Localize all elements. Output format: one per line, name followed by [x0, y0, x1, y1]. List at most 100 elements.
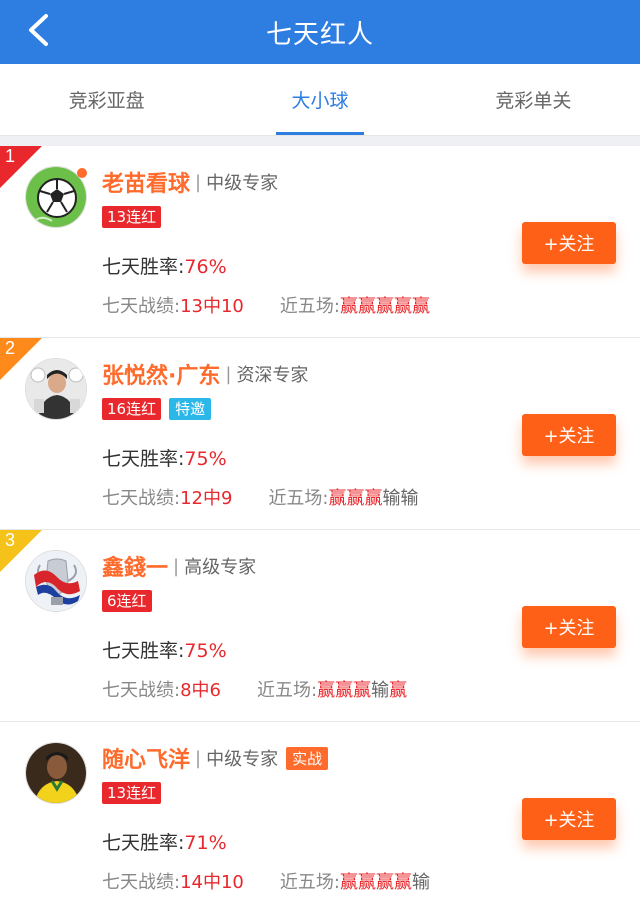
result-item: 赢 — [364, 488, 383, 509]
expert-card[interactable]: 2 张悦然·广东 | 资深专家 16连红 特邀 七天胜率:75% 七天战绩:12… — [0, 338, 640, 530]
record-line: 七天战绩:8中6 近五场:赢赢赢输赢 — [102, 676, 407, 702]
follow-button[interactable]: +关注 — [522, 222, 616, 264]
expert-name[interactable]: 张悦然·广东 — [102, 358, 220, 390]
result-item: 赢 — [389, 680, 408, 701]
result-item: 赢 — [353, 680, 372, 701]
record-line: 七天战绩:13中10 近五场:赢赢赢赢赢 — [102, 292, 430, 318]
avatar[interactable] — [25, 358, 87, 420]
result-item: 输 — [400, 488, 419, 509]
badge-row: 13连红 — [102, 782, 162, 804]
winrate-value: 71% — [184, 832, 227, 854]
player-photo-icon — [26, 743, 86, 803]
result-item: 赢 — [328, 488, 347, 509]
record-label: 七天战绩: — [102, 680, 181, 701]
streak-badge: 13连红 — [102, 206, 162, 228]
result-item: 赢 — [335, 680, 354, 701]
expert-level: 资深专家 — [236, 365, 309, 386]
expert-name[interactable]: 鑫錢一 — [102, 550, 168, 582]
tab-jingcai-danguan[interactable]: 竞彩单关 — [427, 64, 640, 135]
winrate-line: 七天胜率:75% — [102, 444, 227, 471]
result-item: 赢 — [393, 296, 412, 317]
expert-level: 中级专家 — [206, 173, 279, 194]
separator: | — [225, 363, 232, 385]
follow-button[interactable]: +关注 — [522, 606, 616, 648]
result-item: 赢 — [375, 296, 394, 317]
recent-label: 近五场: — [279, 296, 340, 317]
person-photo-icon — [26, 359, 86, 419]
result-item: 赢 — [375, 872, 394, 893]
expert-level: 高级专家 — [184, 557, 257, 578]
record-value: 13中10 — [180, 296, 244, 317]
winrate-label: 七天胜率: — [102, 832, 185, 854]
follow-button[interactable]: +关注 — [522, 414, 616, 456]
badge-row: 13连红 — [102, 206, 162, 228]
recent-results: 近五场:赢赢赢赢赢 — [280, 292, 430, 318]
streak-badge: 16连红 — [102, 398, 162, 420]
recent-results: 近五场:赢赢赢输赢 — [257, 676, 407, 702]
result-item: 赢 — [339, 296, 358, 317]
expert-header: 张悦然·广东 | 资深专家 — [102, 358, 308, 390]
streak-badge: 13连红 — [102, 782, 162, 804]
rank-number: 2 — [5, 338, 16, 358]
expert-header: 随心飞洋 | 中级专家 实战 — [102, 742, 329, 774]
avatar[interactable] — [25, 742, 87, 804]
record-label: 七天战绩: — [102, 872, 181, 893]
result-item: 赢 — [317, 680, 336, 701]
winrate-line: 七天胜率:76% — [102, 252, 227, 279]
winrate-label: 七天胜率: — [102, 448, 185, 470]
recent-label: 近五场: — [279, 872, 340, 893]
winrate-value: 75% — [184, 448, 227, 470]
badge-row: 6连红 — [102, 590, 152, 612]
online-dot — [77, 168, 87, 178]
recent-results: 近五场:赢赢赢赢输 — [280, 868, 430, 894]
nav-bar: 七天红人 — [0, 0, 640, 64]
chevron-left-icon — [29, 14, 48, 46]
trophy-icon — [26, 551, 86, 611]
section-divider — [0, 136, 640, 146]
streak-badge: 6连红 — [102, 590, 152, 612]
record-line: 七天战绩:12中9 近五场:赢赢赢输输 — [102, 484, 419, 510]
separator: | — [173, 555, 180, 577]
winrate-value: 75% — [184, 640, 227, 662]
expert-card[interactable]: 3 鑫錢一 | 高级专家 6连红 七天胜率:75% 七天战绩:8中6 近五场:赢… — [0, 530, 640, 722]
winrate-label: 七天胜率: — [102, 256, 185, 278]
separator: | — [195, 747, 202, 769]
winrate-value: 76% — [184, 256, 227, 278]
expert-name[interactable]: 老苗看球 — [102, 166, 190, 198]
result-item: 赢 — [357, 296, 376, 317]
winrate-line: 七天胜率:71% — [102, 828, 227, 855]
rank-number: 3 — [5, 530, 16, 550]
rank-number: 1 — [5, 146, 16, 166]
record-value: 12中9 — [180, 488, 233, 509]
follow-button[interactable]: +关注 — [522, 798, 616, 840]
badge-row: 16连红 特邀 — [102, 398, 212, 420]
separator: | — [195, 171, 202, 193]
expert-card[interactable]: 1 老苗看球 | 中级专家 13连红 七天胜率:76% 七天战绩:13中10 近… — [0, 146, 640, 338]
recent-label: 近五场: — [256, 680, 318, 701]
tab-jingcai-yapan[interactable]: 竞彩亚盘 — [0, 64, 213, 135]
recent-label: 近五场: — [268, 488, 329, 509]
avatar[interactable] — [25, 550, 87, 612]
tab-daxiaoqiu[interactable]: 大小球 — [213, 64, 426, 135]
record-value: 14中10 — [180, 872, 244, 893]
result-item: 赢 — [393, 872, 412, 893]
record-label: 七天战绩: — [102, 296, 181, 317]
result-item: 赢 — [357, 872, 376, 893]
result-item: 输 — [382, 488, 401, 509]
result-item: 输 — [371, 680, 390, 701]
expert-header: 鑫錢一 | 高级专家 — [102, 550, 256, 582]
page-title: 七天红人 — [265, 19, 374, 50]
result-item: 赢 — [411, 296, 430, 317]
winrate-label: 七天胜率: — [102, 640, 185, 662]
result-item: 赢 — [346, 488, 365, 509]
record-line: 七天战绩:14中10 近五场:赢赢赢赢输 — [102, 868, 430, 894]
expert-card[interactable]: 随心飞洋 | 中级专家 实战 13连红 七天胜率:71% 七天战绩:14中10 … — [0, 722, 640, 911]
expert-header: 老苗看球 | 中级专家 — [102, 166, 278, 198]
invite-badge: 特邀 — [169, 398, 212, 420]
record-value: 8中6 — [180, 680, 221, 701]
expert-name[interactable]: 随心飞洋 — [102, 742, 190, 774]
record-label: 七天战绩: — [102, 488, 181, 509]
recent-results: 近五场:赢赢赢输输 — [268, 484, 418, 510]
shizhan-tag: 实战 — [286, 746, 329, 770]
back-button[interactable] — [18, 10, 58, 50]
